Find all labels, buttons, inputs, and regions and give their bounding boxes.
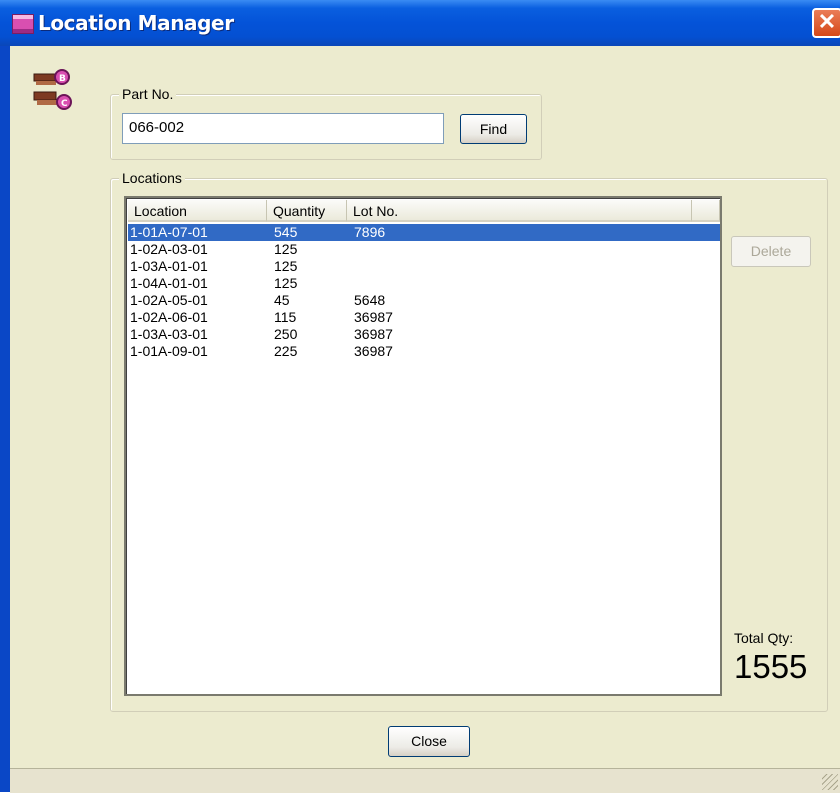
- list-rows: 1-01A-07-01 545 7896 1-02A-03-01 125 1-03A-01…: [128, 224, 720, 360]
- list-row[interactable]: 1-01A-07-01 545 7896: [128, 224, 720, 241]
- cell-quantity: 250: [274, 326, 298, 342]
- cell-location: 1-02A-03-01: [130, 241, 208, 257]
- total-qty-value: 1555: [734, 648, 808, 685]
- list-row[interactable]: 1-03A-01-01 125: [128, 258, 720, 275]
- pallet-locations-icon: B C: [33, 69, 72, 110]
- part-no-group-label: Part No.: [119, 86, 177, 102]
- window-title: Location Manager: [38, 11, 234, 35]
- cell-quantity: 115: [274, 309, 297, 325]
- svg-text:B: B: [59, 74, 66, 84]
- cell-lot-no: 36987: [354, 326, 393, 342]
- cell-quantity: 125: [274, 258, 298, 274]
- cell-lot-no: 36987: [354, 343, 393, 359]
- column-header-quantity[interactable]: Quantity: [267, 200, 347, 222]
- cell-location: 1-03A-01-01: [130, 258, 208, 274]
- list-header: Location Quantity Lot No.: [128, 200, 720, 222]
- cell-location: 1-04A-01-01: [130, 275, 208, 291]
- list-row[interactable]: 1-02A-03-01 125: [128, 241, 720, 258]
- svg-text:C: C: [61, 99, 68, 109]
- cell-lot-no: 36987: [354, 309, 393, 325]
- cell-location: 1-01A-07-01: [130, 224, 208, 240]
- cell-quantity: 545: [274, 224, 298, 240]
- total-qty-label: Total Qty:: [734, 630, 794, 646]
- part-no-input[interactable]: 066-002: [122, 113, 444, 144]
- list-row[interactable]: 1-04A-01-01 125: [128, 275, 720, 292]
- title-bar[interactable]: Location Manager ✕: [0, 0, 840, 46]
- list-row[interactable]: 1-03A-03-01 250 36987: [128, 326, 720, 343]
- app-window-icon: [12, 14, 34, 34]
- status-bar: [10, 768, 840, 793]
- cell-lot-no: 7896: [354, 224, 386, 240]
- resize-grip[interactable]: [822, 774, 838, 790]
- list-row[interactable]: 1-02A-05-01 45 5648: [128, 292, 720, 309]
- find-button-label: Find: [479, 121, 508, 137]
- locations-group-label: Locations: [119, 170, 185, 186]
- window-frame: [0, 46, 10, 792]
- column-header-filler: [692, 200, 720, 222]
- close-button[interactable]: Close: [388, 726, 470, 757]
- column-header-lot-no[interactable]: Lot No.: [347, 200, 692, 222]
- locations-list[interactable]: Location Quantity Lot No. 1-01A-07-01 545…: [124, 196, 722, 696]
- cell-location: 1-01A-09-01: [130, 343, 208, 359]
- cell-quantity: 45: [274, 292, 290, 308]
- cell-location: 1-02A-05-01: [130, 292, 208, 308]
- list-row[interactable]: 1-02A-06-01 115 36987: [128, 309, 720, 326]
- location-manager-window: Location Manager ✕ B C Part No. 066-002 …: [0, 0, 840, 793]
- cell-lot-no: 5648: [354, 292, 386, 308]
- cell-location: 1-03A-03-01: [130, 326, 208, 342]
- close-window-button[interactable]: ✕: [812, 8, 840, 38]
- cell-location: 1-02A-06-01: [130, 309, 208, 325]
- column-header-location[interactable]: Location: [128, 200, 267, 222]
- delete-button[interactable]: Delete: [731, 236, 811, 267]
- find-button[interactable]: Find: [460, 114, 527, 144]
- list-row[interactable]: 1-01A-09-01 225 36987: [128, 343, 720, 360]
- cell-quantity: 125: [274, 275, 298, 291]
- cell-quantity: 225: [274, 343, 298, 359]
- cell-quantity: 125: [274, 241, 298, 257]
